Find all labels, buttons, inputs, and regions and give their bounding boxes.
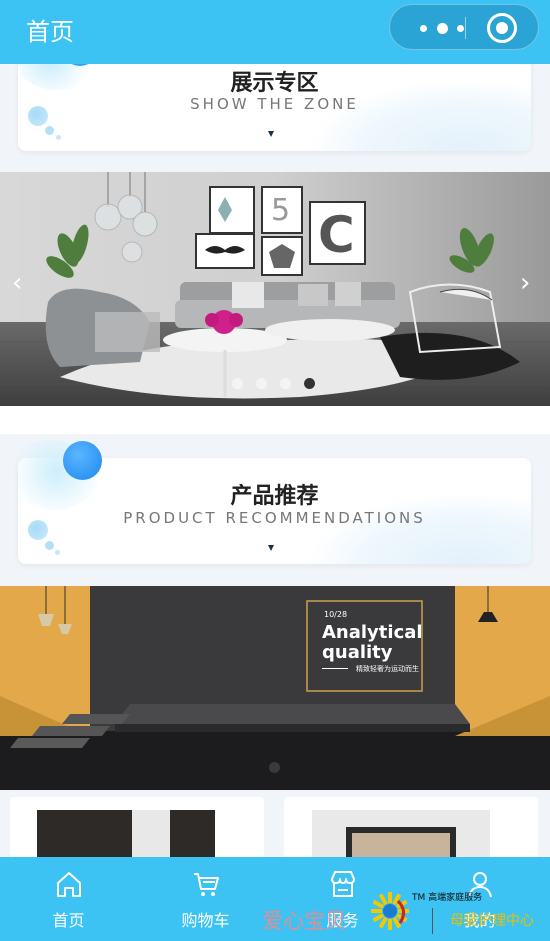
decorative-bubble-small (28, 520, 48, 540)
target-close-icon[interactable] (487, 13, 517, 43)
svg-text:5: 5 (271, 193, 290, 228)
store-icon (331, 871, 355, 897)
pagination-dot[interactable] (256, 378, 267, 389)
page-title: 首页 (26, 18, 74, 46)
pagination-dot[interactable] (280, 378, 291, 389)
tab-label: 购物车 (181, 911, 230, 930)
banner-divider (322, 668, 348, 669)
banner-pagination (232, 378, 315, 389)
tab-home[interactable]: 首页 (0, 857, 137, 941)
decorative-bubble-dot (56, 135, 61, 140)
home-icon (57, 872, 81, 897)
banner-caption: 精致轻奢为运动而生 (356, 665, 419, 673)
decorative-bubble-tiny (45, 126, 54, 135)
decorative-bubble-tiny (45, 541, 54, 550)
showcase-banner-carousel[interactable]: 5 C ‹ › (0, 172, 550, 406)
pagination-dot[interactable] (232, 378, 243, 389)
tab-cart[interactable]: 购物车 (137, 857, 274, 941)
section-subtitle: PRODUCT RECOMMENDATIONS (123, 509, 426, 527)
decorative-bubble-small (28, 106, 48, 126)
tab-label: 首页 (52, 911, 85, 930)
section-subtitle: SHOW THE ZONE (190, 95, 359, 113)
living-room-image: 5 C (0, 172, 550, 406)
banner-date: 10/28 (324, 610, 348, 619)
section-arrow-icon (268, 131, 274, 137)
top-nav-bar: 首页 (0, 0, 550, 64)
banner-prev-arrow[interactable]: ‹ (12, 268, 22, 298)
pagination-dot[interactable] (269, 762, 280, 773)
capsule-divider (465, 17, 466, 39)
decorative-bubble-blue (63, 441, 102, 480)
section-spacer (0, 406, 550, 434)
watermark-divider (432, 908, 433, 934)
pagination-dot-active[interactable] (304, 378, 315, 389)
banner-headline-2: quality (322, 642, 393, 663)
product-banner[interactable]: 10/28 Analytical quality 精致轻奢为运动而生 (0, 586, 550, 790)
decorative-bubble-dot (55, 550, 60, 555)
more-dots-icon[interactable] (420, 5, 464, 51)
banner-next-arrow[interactable]: › (520, 268, 530, 298)
cart-icon (194, 873, 219, 896)
svg-text:C: C (318, 206, 355, 264)
product-stage-image (0, 586, 550, 790)
watermark-subtext: 母婴护理中心 (450, 913, 534, 929)
mini-program-capsule (389, 4, 539, 50)
watermark-logo-icon (371, 892, 409, 930)
watermark-tm-text: TM 高端家庭服务 (412, 893, 483, 903)
section-arrow-icon (268, 545, 274, 551)
watermark-text: 爱心宝贝 (262, 909, 346, 933)
banner-headline-1: Analytical (322, 622, 423, 643)
